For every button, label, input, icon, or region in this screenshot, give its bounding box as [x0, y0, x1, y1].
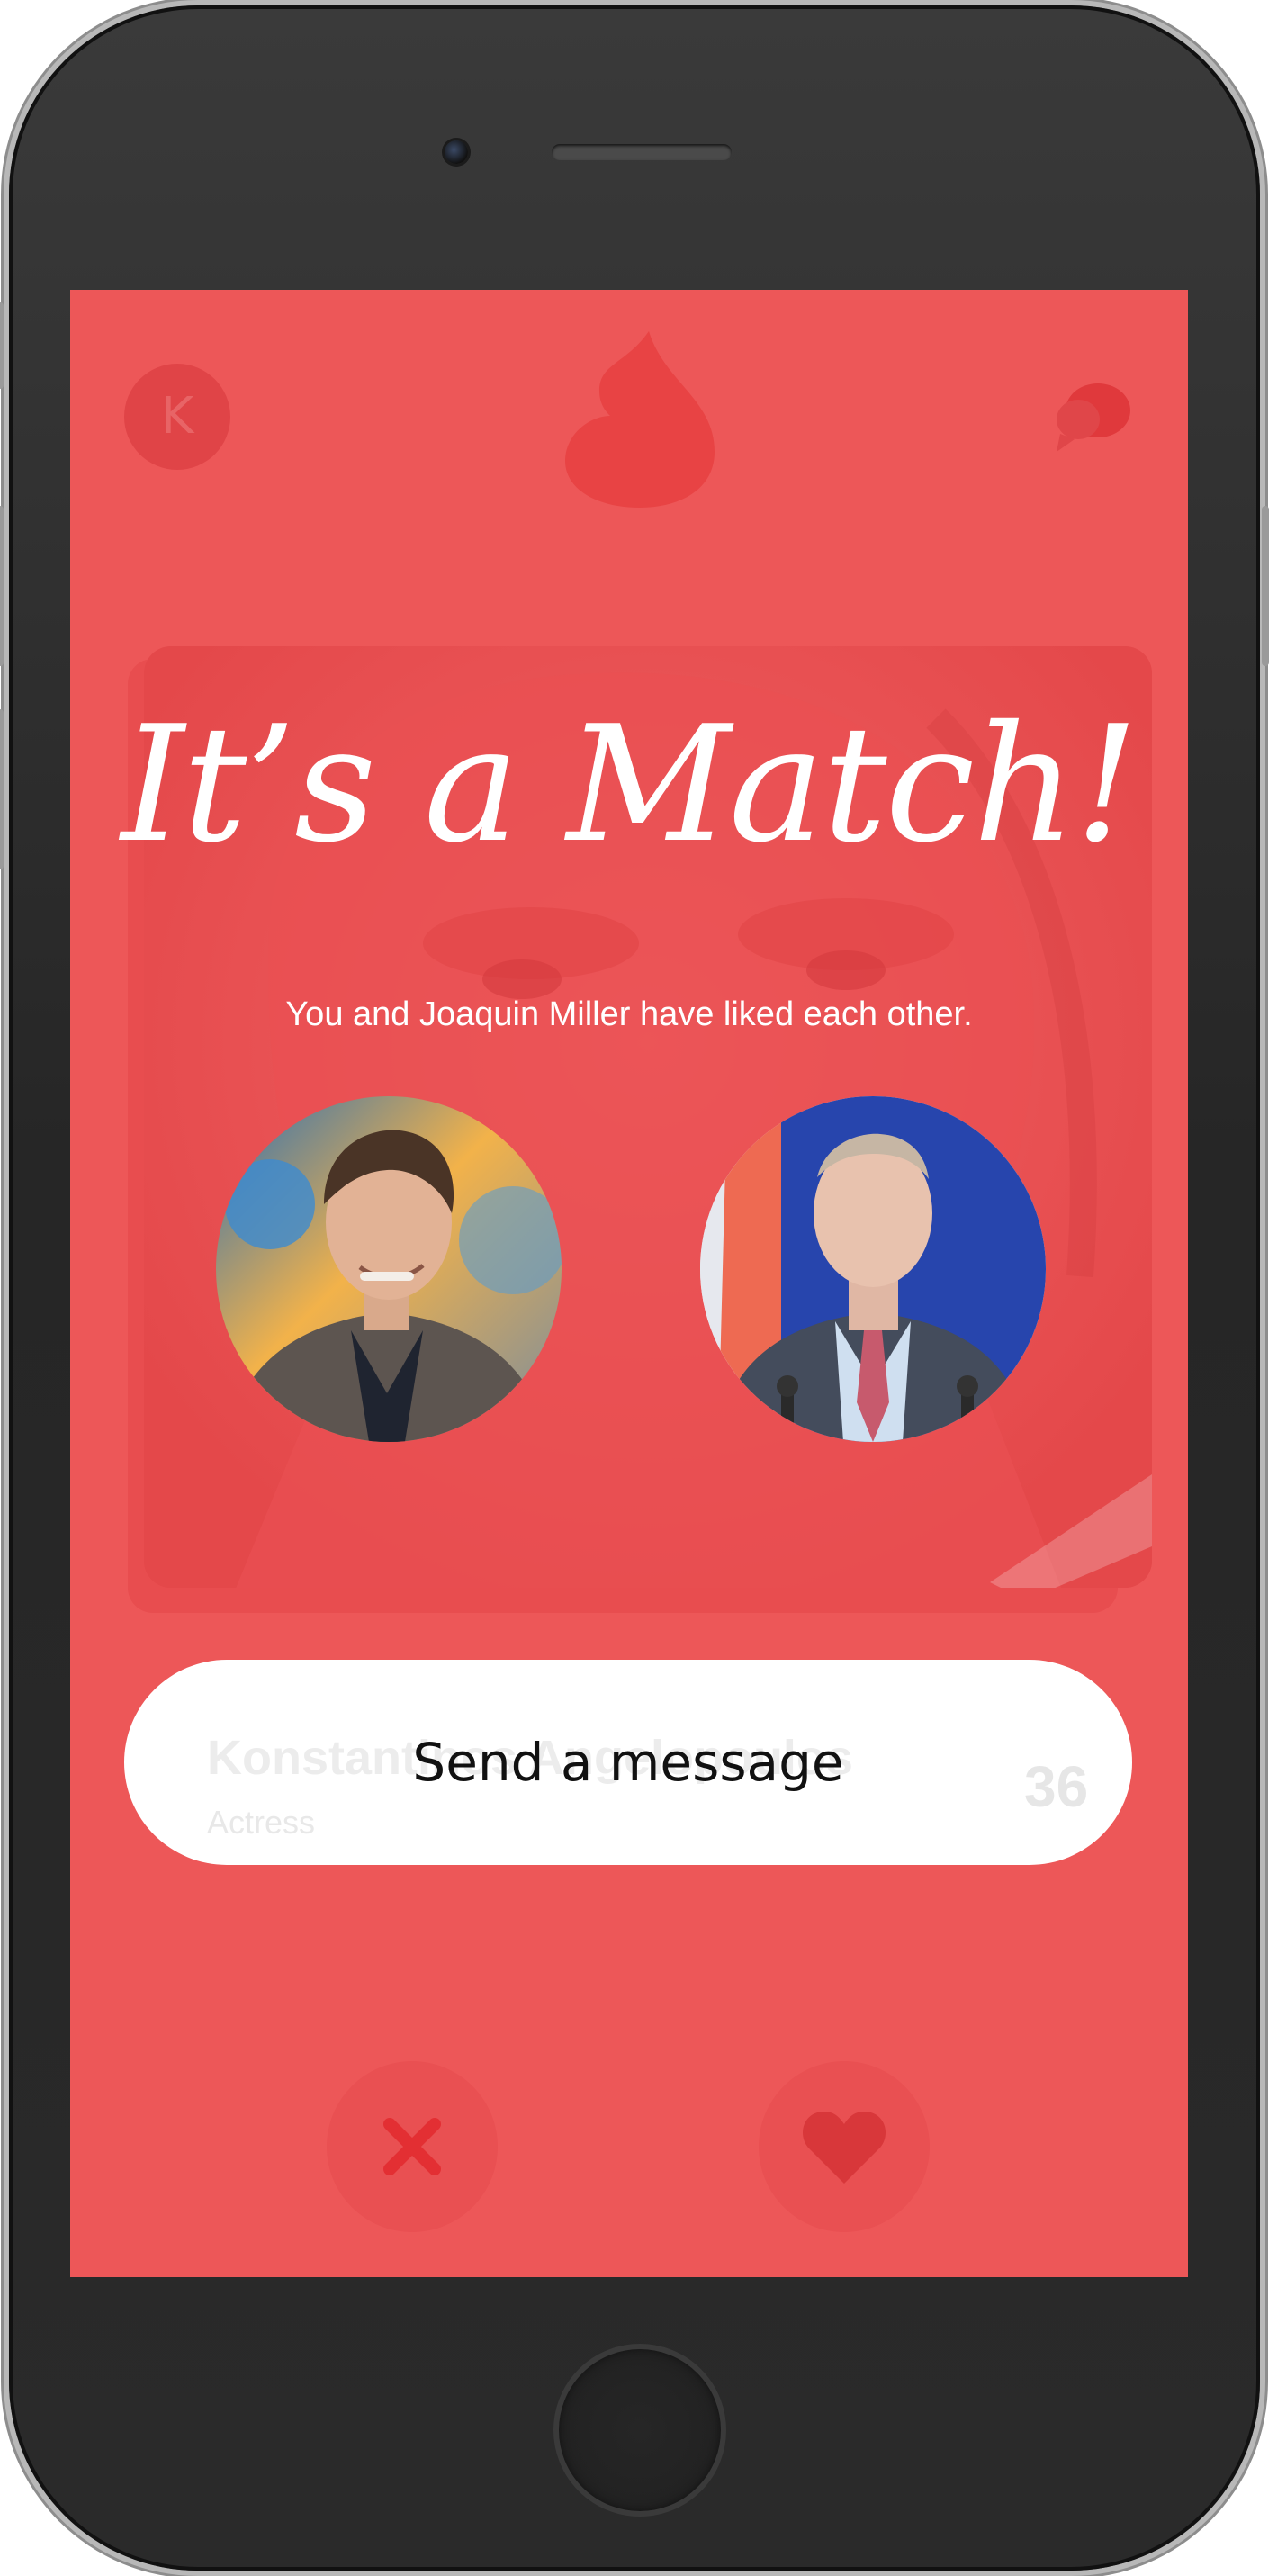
- close-x-icon: [383, 2118, 441, 2175]
- chat-bubbles-icon[interactable]: [1051, 380, 1132, 455]
- power-button: [1262, 506, 1269, 666]
- ghost-card-occupation: Actress: [207, 1804, 316, 1841]
- silent-switch: [0, 302, 4, 389]
- volume-up-button: [0, 506, 4, 666]
- match-avatar-photo: [700, 1096, 1046, 1442]
- volume-down-button: [0, 709, 4, 869]
- earpiece-speaker: [552, 144, 732, 160]
- match-avatar: [700, 1096, 1046, 1442]
- app-screen: K Konstantino: [70, 290, 1188, 2277]
- send-message-button[interactable]: Konstantinos Angelopoulos Actress 36 Sen…: [124, 1660, 1132, 1865]
- dislike-button[interactable]: [327, 2061, 498, 2232]
- front-camera: [445, 140, 468, 164]
- match-title: It’s a Match!: [121, 691, 1139, 878]
- profile-initial: K: [160, 387, 194, 446]
- home-button[interactable]: [554, 2344, 726, 2517]
- flame-logo-icon: [565, 331, 715, 508]
- my-avatar-photo: [216, 1096, 562, 1442]
- profile-avatar[interactable]: K: [124, 364, 230, 470]
- like-button[interactable]: [759, 2061, 930, 2232]
- send-message-label: Send a message: [412, 1732, 844, 1793]
- match-subtitle: You and Joaquin Miller have liked each o…: [285, 995, 973, 1033]
- my-avatar: [216, 1096, 562, 1442]
- heart-icon: [803, 2112, 886, 2184]
